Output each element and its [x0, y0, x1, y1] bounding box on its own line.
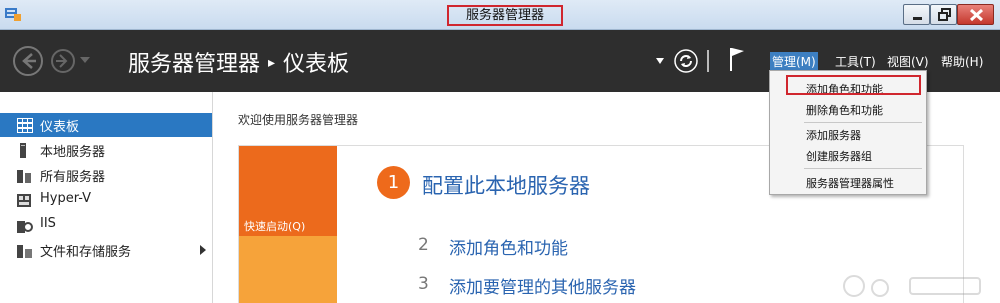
forward-icon[interactable]	[50, 48, 76, 74]
step-1-badge: 1	[377, 166, 410, 199]
menu-help[interactable]: 帮助(H)	[941, 53, 983, 70]
back-icon[interactable]	[12, 45, 44, 77]
menu-item-add-servers[interactable]: 添加服务器	[806, 127, 861, 143]
step-1-link[interactable]: 配置此本地服务器	[422, 170, 590, 200]
menu-tools[interactable]: 工具(T)	[835, 53, 876, 70]
hyperv-icon	[17, 194, 31, 207]
maximize-button[interactable]	[930, 4, 957, 25]
watermark-logo	[843, 275, 981, 297]
sidebar-item-label: 所有服务器	[40, 170, 106, 185]
menu-item-remove-roles[interactable]: 删除角色和功能	[806, 102, 883, 118]
sidebar-item-iis[interactable]: IIS	[0, 213, 212, 237]
window-titlebar: 服务器管理器	[0, 0, 1000, 30]
breadcrumb-page: 仪表板	[283, 52, 350, 77]
sidebar: 仪表板 本地服务器 所有服务器 Hyper-V IIS 文件和存储服务	[0, 92, 213, 303]
server-manager-app-icon	[5, 8, 21, 21]
sidebar-item-hyperv[interactable]: Hyper-V	[0, 188, 212, 212]
breadcrumb-separator-icon: ▸	[268, 55, 276, 71]
restore-icon	[938, 8, 951, 21]
sidebar-item-label: 本地服务器	[40, 145, 106, 160]
sidebar-item-dashboard[interactable]: 仪表板	[0, 113, 212, 137]
minimize-icon	[913, 17, 922, 20]
step-3-number: 3	[418, 274, 429, 294]
sidebar-item-all-servers[interactable]: 所有服务器	[0, 163, 212, 187]
refresh-dropdown-icon[interactable]	[656, 58, 664, 64]
iis-icon	[17, 221, 33, 233]
menu-item-create-server-group[interactable]: 创建服务器组	[806, 148, 872, 164]
breadcrumb-app: 服务器管理器	[128, 52, 261, 77]
step-3-link[interactable]: 添加要管理的其他服务器	[449, 273, 636, 298]
sidebar-item-label: 仪表板	[40, 120, 80, 135]
menu-separator	[804, 168, 922, 169]
refresh-icon[interactable]	[674, 49, 698, 73]
sidebar-item-label: 文件和存储服务	[40, 245, 132, 260]
sidebar-item-label: Hyper-V	[40, 191, 92, 206]
whats-new-tile[interactable]	[239, 236, 337, 303]
menu-view[interactable]: 视图(V)	[887, 53, 929, 70]
menu-separator	[804, 122, 922, 123]
close-button[interactable]	[957, 4, 994, 25]
server-icon	[20, 143, 26, 158]
sidebar-item-local-server[interactable]: 本地服务器	[0, 138, 212, 162]
quick-start-label[interactable]: 快速启动(Q)	[244, 218, 305, 234]
close-icon	[969, 8, 984, 22]
minimize-button[interactable]	[903, 4, 930, 25]
welcome-heading: 欢迎使用服务器管理器	[238, 113, 359, 127]
sidebar-item-file-storage[interactable]: 文件和存储服务	[0, 238, 212, 262]
servers-icon	[17, 170, 31, 183]
history-dropdown-icon[interactable]	[80, 56, 90, 64]
menu-manage[interactable]: 管理(M)	[770, 52, 818, 71]
breadcrumb: 服务器管理器 ▸ 仪表板	[128, 46, 349, 78]
dashboard-grid-icon	[17, 118, 33, 133]
highlight-box	[786, 75, 921, 95]
step-2-number: 2	[418, 235, 429, 255]
expand-arrow-icon[interactable]	[200, 245, 206, 255]
step-2-link[interactable]: 添加角色和功能	[449, 234, 568, 259]
window-title: 服务器管理器	[447, 5, 563, 26]
file-storage-icon	[17, 245, 32, 258]
sidebar-item-label: IIS	[40, 216, 56, 231]
notifications-flag-icon[interactable]	[728, 46, 746, 72]
menu-item-properties[interactable]: 服务器管理器属性	[806, 175, 894, 191]
header-divider	[707, 50, 709, 72]
